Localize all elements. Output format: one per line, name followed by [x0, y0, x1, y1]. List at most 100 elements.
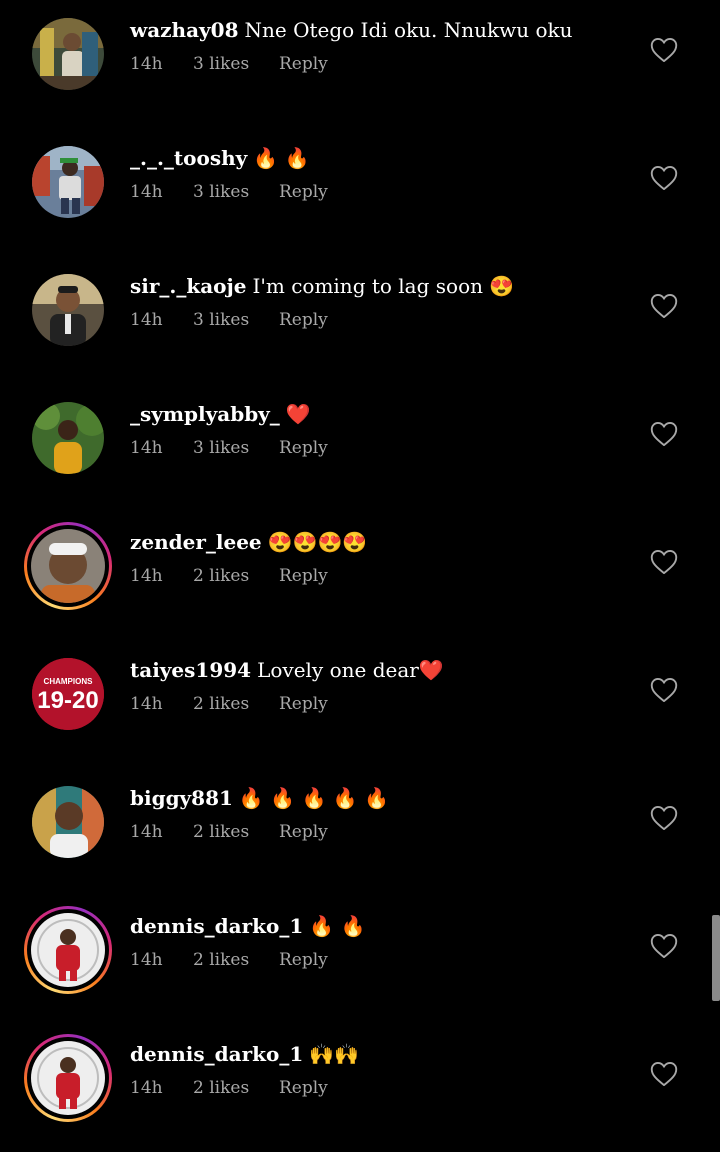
- comment-likes[interactable]: 3 likes: [193, 438, 279, 458]
- comment-text-line: sir_._kaoje I'm coming to lag soon 😍: [130, 272, 650, 300]
- reply-button[interactable]: Reply: [279, 54, 328, 74]
- avatar-image: [32, 274, 104, 346]
- comment-text-line: _._._tooshy 🔥 🔥: [130, 144, 650, 172]
- avatar-image: [32, 18, 104, 90]
- avatar[interactable]: CHAMPIONS 19-20: [32, 658, 104, 730]
- comment-username[interactable]: dennis_darko_1: [130, 914, 303, 938]
- comment-body: Lovely one dear❤️: [257, 658, 444, 682]
- heart-outline-icon[interactable]: [650, 677, 678, 703]
- reply-button[interactable]: Reply: [279, 694, 328, 714]
- avatar-image: CHAMPIONS 19-20: [32, 658, 104, 730]
- reply-button[interactable]: Reply: [279, 822, 328, 842]
- reply-button[interactable]: Reply: [279, 438, 328, 458]
- avatar-image: [32, 146, 104, 218]
- comment-meta: 14h 2 likes Reply: [130, 950, 328, 970]
- avatar-story-ring[interactable]: [24, 1034, 112, 1122]
- heart-outline-icon[interactable]: [650, 805, 678, 831]
- avatar-image: [32, 402, 104, 474]
- comments-list: wazhay08 Nne Otego Idi oku. Nnukwu oku 14…: [0, 0, 720, 1135]
- reply-button[interactable]: Reply: [279, 310, 328, 330]
- heart-outline-icon[interactable]: [650, 549, 678, 575]
- comment-meta: 14h 2 likes Reply: [130, 694, 328, 714]
- comment-item: _._._tooshy 🔥 🔥 14h 3 likes Reply: [0, 128, 720, 256]
- comment-meta: 14h 3 likes Reply: [130, 54, 328, 74]
- comment-likes[interactable]: 2 likes: [193, 822, 279, 842]
- comment-username[interactable]: _._._tooshy: [130, 146, 247, 170]
- comment-likes[interactable]: 3 likes: [193, 182, 279, 202]
- heart-outline-icon[interactable]: [650, 933, 678, 959]
- avatar-image: [32, 786, 104, 858]
- avatar-image: [31, 913, 105, 987]
- comment-body: 🔥 🔥: [253, 146, 310, 170]
- comment-item: CHAMPIONS 19-20 taiyes1994 Lovely one dea…: [0, 640, 720, 768]
- comment-meta: 14h 3 likes Reply: [130, 182, 328, 202]
- comment-body: 😍😍😍😍: [267, 530, 368, 554]
- comment-time: 14h: [130, 566, 163, 586]
- heart-outline-icon[interactable]: [650, 1061, 678, 1087]
- comment-text-line: taiyes1994 Lovely one dear❤️: [130, 656, 650, 684]
- comment-text-line: _symplyabby_ ❤️: [130, 400, 650, 428]
- comment-likes[interactable]: 2 likes: [193, 950, 279, 970]
- heart-outline-icon[interactable]: [650, 165, 678, 191]
- reply-button[interactable]: Reply: [279, 1078, 328, 1098]
- comment-item: sir_._kaoje I'm coming to lag soon 😍 14h …: [0, 256, 720, 384]
- comment-meta: 14h 2 likes Reply: [130, 566, 328, 586]
- avatar[interactable]: [32, 146, 104, 218]
- comment-time: 14h: [130, 950, 163, 970]
- comment-likes[interactable]: 3 likes: [193, 310, 279, 330]
- comment-time: 14h: [130, 822, 163, 842]
- reply-button[interactable]: Reply: [279, 566, 328, 586]
- avatar-image: [31, 1041, 105, 1115]
- comment-meta: 14h 3 likes Reply: [130, 438, 328, 458]
- avatar[interactable]: [32, 402, 104, 474]
- comment-username[interactable]: _symplyabby_: [130, 402, 280, 426]
- comment-username[interactable]: biggy881: [130, 786, 233, 810]
- comment-likes[interactable]: 3 likes: [193, 54, 279, 74]
- comment-time: 14h: [130, 310, 163, 330]
- avatar[interactable]: [32, 18, 104, 90]
- comment-text-line: wazhay08 Nne Otego Idi oku. Nnukwu oku: [130, 16, 650, 44]
- heart-outline-icon[interactable]: [650, 293, 678, 319]
- comment-item: wazhay08 Nne Otego Idi oku. Nnukwu oku 14…: [0, 0, 720, 128]
- avatar-image: [31, 529, 105, 603]
- comment-text-line: dennis_darko_1 🙌🙌: [130, 1040, 650, 1068]
- heart-outline-icon[interactable]: [650, 37, 678, 63]
- comment-meta: 14h 2 likes Reply: [130, 1078, 328, 1098]
- comment-username[interactable]: taiyes1994: [130, 658, 251, 682]
- comment-likes[interactable]: 2 likes: [193, 566, 279, 586]
- comment-body: Nne Otego Idi oku. Nnukwu oku: [244, 18, 573, 42]
- reply-button[interactable]: Reply: [279, 950, 328, 970]
- avatar-caption-big: 19-20: [37, 687, 98, 714]
- comment-text-line: biggy881 🔥 🔥 🔥 🔥 🔥: [130, 784, 650, 812]
- comment-time: 14h: [130, 1078, 163, 1098]
- heart-outline-icon[interactable]: [650, 421, 678, 447]
- comment-time: 14h: [130, 438, 163, 458]
- comment-item: biggy881 🔥 🔥 🔥 🔥 🔥 14h 2 likes Reply: [0, 768, 720, 896]
- comment-body: I'm coming to lag soon 😍: [252, 274, 515, 298]
- comment-item: dennis_darko_1 🔥 🔥 14h 2 likes Reply: [0, 896, 720, 1024]
- avatar-caption-small: CHAMPIONS: [44, 677, 94, 686]
- comment-likes[interactable]: 2 likes: [193, 1078, 279, 1098]
- avatar-story-ring[interactable]: [24, 906, 112, 994]
- avatar[interactable]: [32, 786, 104, 858]
- comment-time: 14h: [130, 54, 163, 74]
- comment-username[interactable]: wazhay08: [130, 18, 239, 42]
- avatar-story-ring[interactable]: [24, 522, 112, 610]
- comment-body: 🔥 🔥: [309, 914, 366, 938]
- comment-likes[interactable]: 2 likes: [193, 694, 279, 714]
- comment-username[interactable]: zender_leee: [130, 530, 262, 554]
- comment-item: dennis_darko_1 🙌🙌 14h 2 likes Reply: [0, 1024, 720, 1152]
- comment-username[interactable]: sir_._kaoje: [130, 274, 246, 298]
- avatar[interactable]: [32, 274, 104, 346]
- comment-username[interactable]: dennis_darko_1: [130, 1042, 303, 1066]
- comment-meta: 14h 2 likes Reply: [130, 822, 328, 842]
- comment-meta: 14h 3 likes Reply: [130, 310, 328, 330]
- reply-button[interactable]: Reply: [279, 182, 328, 202]
- comment-text-line: zender_leee 😍😍😍😍: [130, 528, 650, 556]
- comment-body: ❤️: [285, 402, 311, 426]
- comment-item: _symplyabby_ ❤️ 14h 3 likes Reply: [0, 384, 720, 512]
- comment-body: 🙌🙌: [309, 1042, 360, 1066]
- scrollbar-thumb[interactable]: [712, 915, 720, 1001]
- comment-body: 🔥 🔥 🔥 🔥 🔥: [238, 786, 389, 810]
- comment-item: zender_leee 😍😍😍😍 14h 2 likes Reply: [0, 512, 720, 640]
